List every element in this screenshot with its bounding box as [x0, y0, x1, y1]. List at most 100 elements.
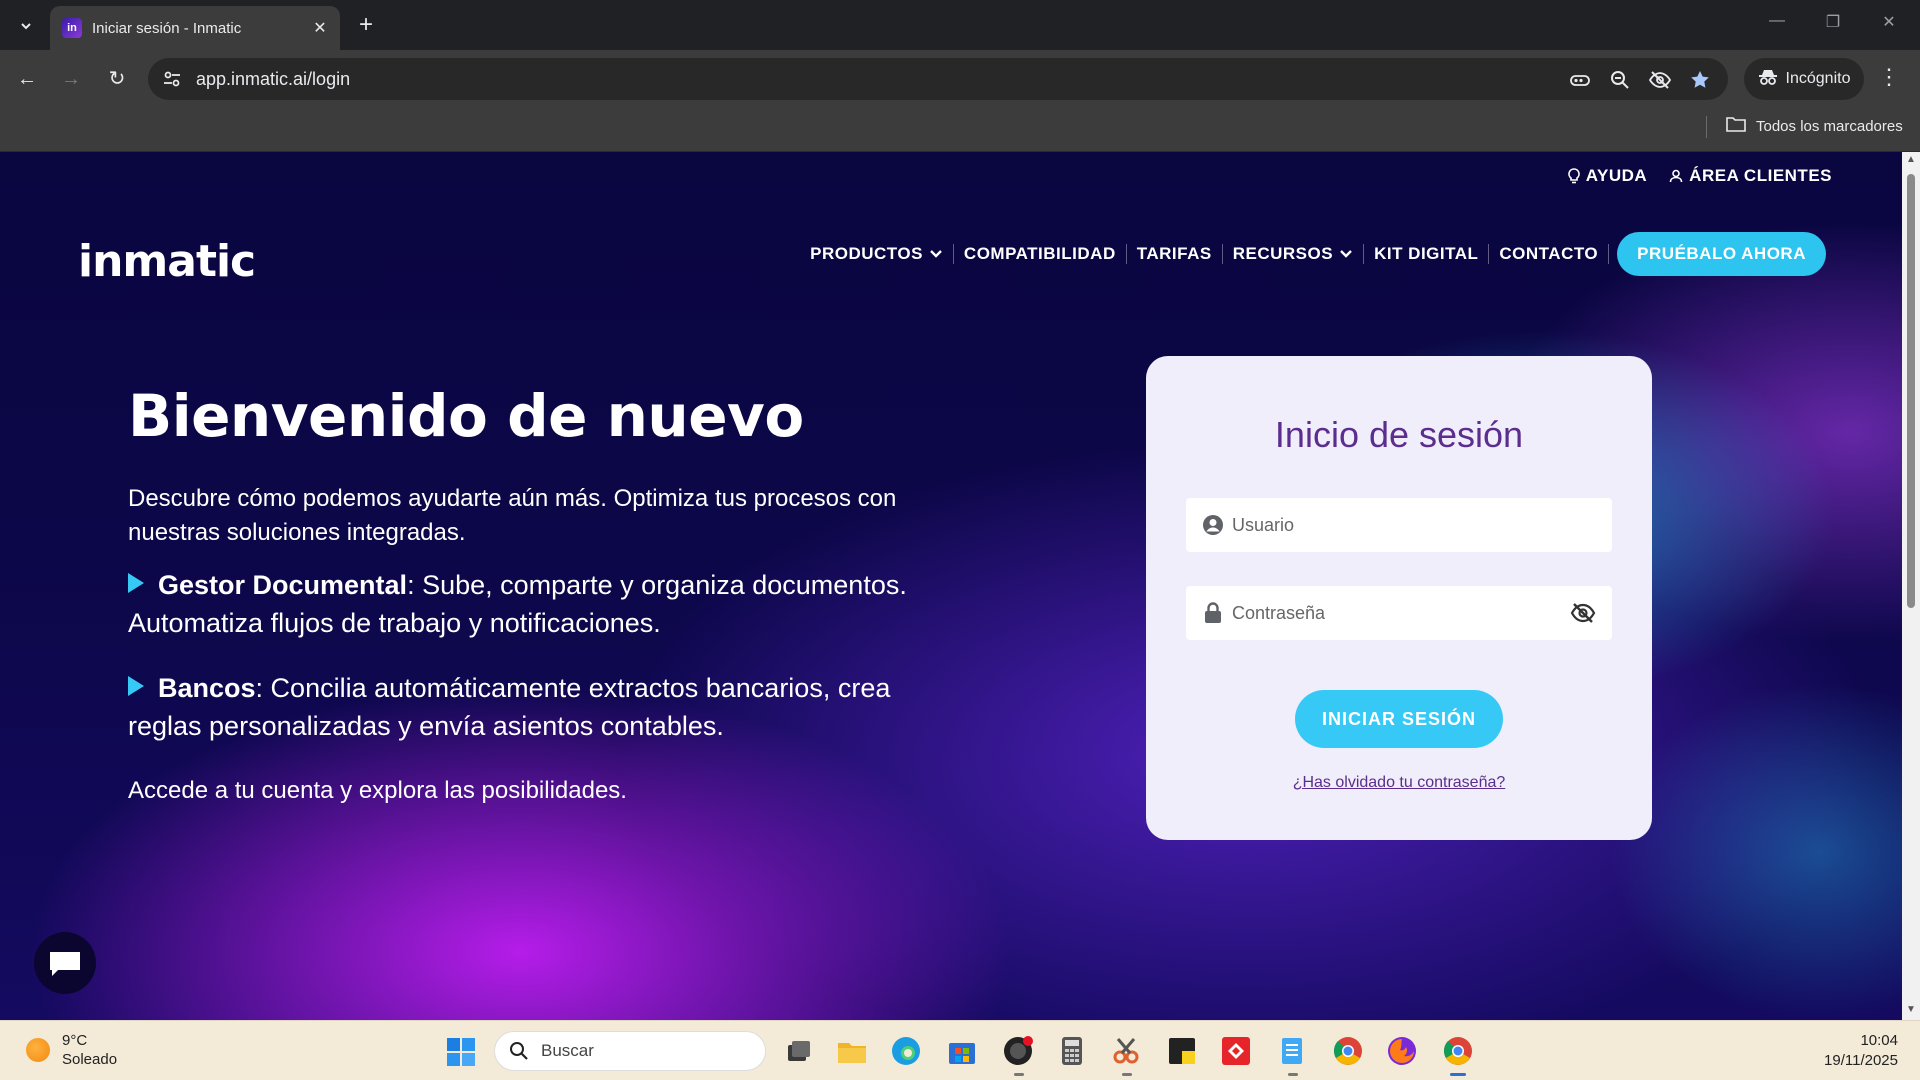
nav-compatibility[interactable]: COMPATIBILIDAD [954, 244, 1127, 264]
all-bookmarks-button[interactable]: Todos los marcadores [1726, 116, 1903, 136]
new-tab-button[interactable]: + [352, 12, 380, 40]
site-info-icon[interactable] [162, 69, 182, 89]
system-clock[interactable]: 10:04 19/11/2025 [1824, 1031, 1898, 1071]
forward-icon[interactable]: → [56, 64, 86, 94]
browser-tabbar: in Iniciar sesión - Inmatic ✕ + — ❐ ✕ [0, 0, 1920, 50]
top-links: AYUDA ÁREA CLIENTES [1568, 166, 1832, 186]
anydesk-icon[interactable] [1220, 1035, 1252, 1067]
forgot-password-link[interactable]: ¿Has olvidado tu contraseña? [1146, 774, 1652, 792]
close-window-icon[interactable]: ✕ [1874, 12, 1904, 38]
incognito-label: Incógnito [1785, 70, 1851, 87]
edge-browser-icon[interactable] [890, 1035, 922, 1067]
lightbulb-icon [1568, 168, 1580, 184]
bookmarks-bar: Todos los marcadores [0, 108, 1920, 152]
login-title: Inicio de sesión [1274, 414, 1524, 455]
browser-tab[interactable]: in Iniciar sesión - Inmatic ✕ [50, 6, 340, 50]
hero-title: Bienvenido de nuevo [128, 382, 804, 450]
microsoft-store-icon[interactable] [946, 1035, 978, 1067]
username-input[interactable] [1232, 514, 1596, 536]
windows-taskbar: 9°C Soleado Buscar 10:04 19/11/2025 [0, 1020, 1920, 1080]
help-label: AYUDA [1585, 166, 1648, 185]
minimize-icon[interactable]: — [1762, 12, 1792, 38]
scroll-thumb[interactable] [1907, 174, 1915, 608]
try-now-button[interactable]: PRUÉBALO AHORA [1617, 232, 1826, 276]
nav-products[interactable]: PRODUCTOS [800, 244, 954, 264]
main-nav: PRODUCTOS COMPATIBILIDAD TARIFAS RECURSO… [800, 232, 1826, 276]
task-view-icon[interactable] [782, 1035, 814, 1067]
tab-close-icon[interactable]: ✕ [310, 18, 330, 38]
bookmarks-divider [1706, 116, 1707, 138]
incognito-indicator[interactable]: Incógnito [1744, 58, 1864, 100]
scroll-down-icon[interactable]: ▼ [1905, 1004, 1917, 1016]
windows-start-icon[interactable] [446, 1037, 476, 1067]
inmatic-favicon-icon: in [62, 18, 82, 38]
taskbar-search-placeholder: Buscar [541, 1041, 594, 1060]
restore-icon[interactable]: ❐ [1818, 12, 1848, 38]
nav-compatibility-label: COMPATIBILIDAD [963, 244, 1116, 263]
tab-title: Iniciar sesión - Inmatic [92, 19, 242, 37]
obs-studio-icon[interactable] [1002, 1035, 1034, 1067]
file-explorer-icon[interactable] [836, 1035, 868, 1067]
nav-resources[interactable]: RECURSOS [1223, 244, 1365, 264]
address-bar[interactable]: app.inmatic.ai/login [148, 58, 1728, 100]
hero-subtitle: Descubre cómo podemos ayudarte aún más. … [128, 485, 897, 546]
password-field[interactable] [1186, 586, 1612, 640]
user-circle-icon [1202, 514, 1224, 536]
back-icon[interactable]: ← [12, 64, 42, 94]
client-area-link[interactable]: ÁREA CLIENTES [1669, 166, 1832, 186]
browser-menu-icon[interactable]: ⋮ [1878, 64, 1900, 90]
chat-widget-button[interactable] [34, 932, 96, 994]
hero-closing-text: Accede a tu cuenta y explora las posibil… [128, 777, 627, 804]
inmatic-logo[interactable]: inmatic [78, 236, 256, 287]
nav-products-label: PRODUCTOS [810, 244, 923, 263]
chevron-down-icon [930, 250, 942, 258]
browser-toolbar: ← → ↻ app.inmatic.ai/login Incógnito ⋮ [0, 50, 1920, 108]
sticky-notes-icon[interactable] [1166, 1035, 1198, 1067]
url-text[interactable]: app.inmatic.ai/login [196, 69, 350, 90]
tracking-eye-off-icon[interactable] [1648, 68, 1672, 92]
nav-kit-digital[interactable]: KIT DIGITAL [1364, 244, 1490, 264]
feature-banks-title: Bancos [158, 673, 256, 703]
nav-contact-label: CONTACTO [1499, 244, 1599, 263]
weather-desc: Soleado [62, 1051, 118, 1068]
chrome-active-indicator [1450, 1073, 1466, 1076]
feature-document-manager-title: Gestor Documental [158, 570, 408, 600]
password-key-icon[interactable] [1568, 68, 1592, 92]
search-icon [510, 1042, 528, 1060]
triangle-bullet-icon [128, 573, 144, 593]
help-link[interactable]: AYUDA [1568, 166, 1647, 186]
feature-banks: Bancos: Concilia automáticamente extract… [128, 669, 928, 745]
calculator-icon[interactable] [1056, 1035, 1088, 1067]
weather-widget[interactable]: 9°C Soleado [26, 1031, 117, 1069]
firefox-icon[interactable] [1386, 1035, 1418, 1067]
chrome-active-icon[interactable] [1442, 1035, 1474, 1067]
chrome-icon[interactable] [1332, 1035, 1364, 1067]
scroll-up-icon[interactable]: ▲ [1905, 154, 1917, 166]
nav-pricing[interactable]: TARIFAS [1127, 244, 1223, 264]
obs-running-indicator [1014, 1073, 1024, 1076]
feature-document-manager: Gestor Documental: Sube, comparte y orga… [128, 566, 928, 642]
notepad-running-indicator [1288, 1073, 1298, 1076]
all-bookmarks-label: Todos los marcadores [1756, 117, 1903, 135]
notepad-icon[interactable] [1276, 1035, 1308, 1067]
snipping-tool-icon[interactable] [1110, 1035, 1142, 1067]
toggle-password-visibility-icon[interactable] [1570, 600, 1596, 626]
tab-search-chevron-icon[interactable] [12, 12, 40, 40]
reload-icon[interactable]: ↻ [102, 64, 132, 94]
login-submit-button[interactable]: INICIAR SESIÓN [1295, 690, 1503, 748]
snipping-running-indicator [1122, 1073, 1132, 1076]
password-input[interactable] [1232, 602, 1570, 624]
nav-resources-label: RECURSOS [1232, 244, 1334, 263]
bookmark-star-icon[interactable] [1688, 68, 1712, 92]
taskbar-search[interactable]: Buscar [494, 1031, 766, 1071]
chat-icon [50, 952, 80, 976]
username-field[interactable] [1186, 498, 1612, 552]
folder-icon [1726, 116, 1746, 136]
user-icon [1669, 169, 1683, 183]
page-scrollbar[interactable]: ▲ ▼ [1902, 152, 1920, 1020]
chevron-down-icon [1340, 250, 1352, 258]
zoom-icon[interactable] [1608, 68, 1632, 92]
clock-date: 19/11/2025 [1824, 1052, 1898, 1069]
nav-contact[interactable]: CONTACTO [1489, 244, 1610, 264]
nav-pricing-label: TARIFAS [1136, 244, 1212, 263]
